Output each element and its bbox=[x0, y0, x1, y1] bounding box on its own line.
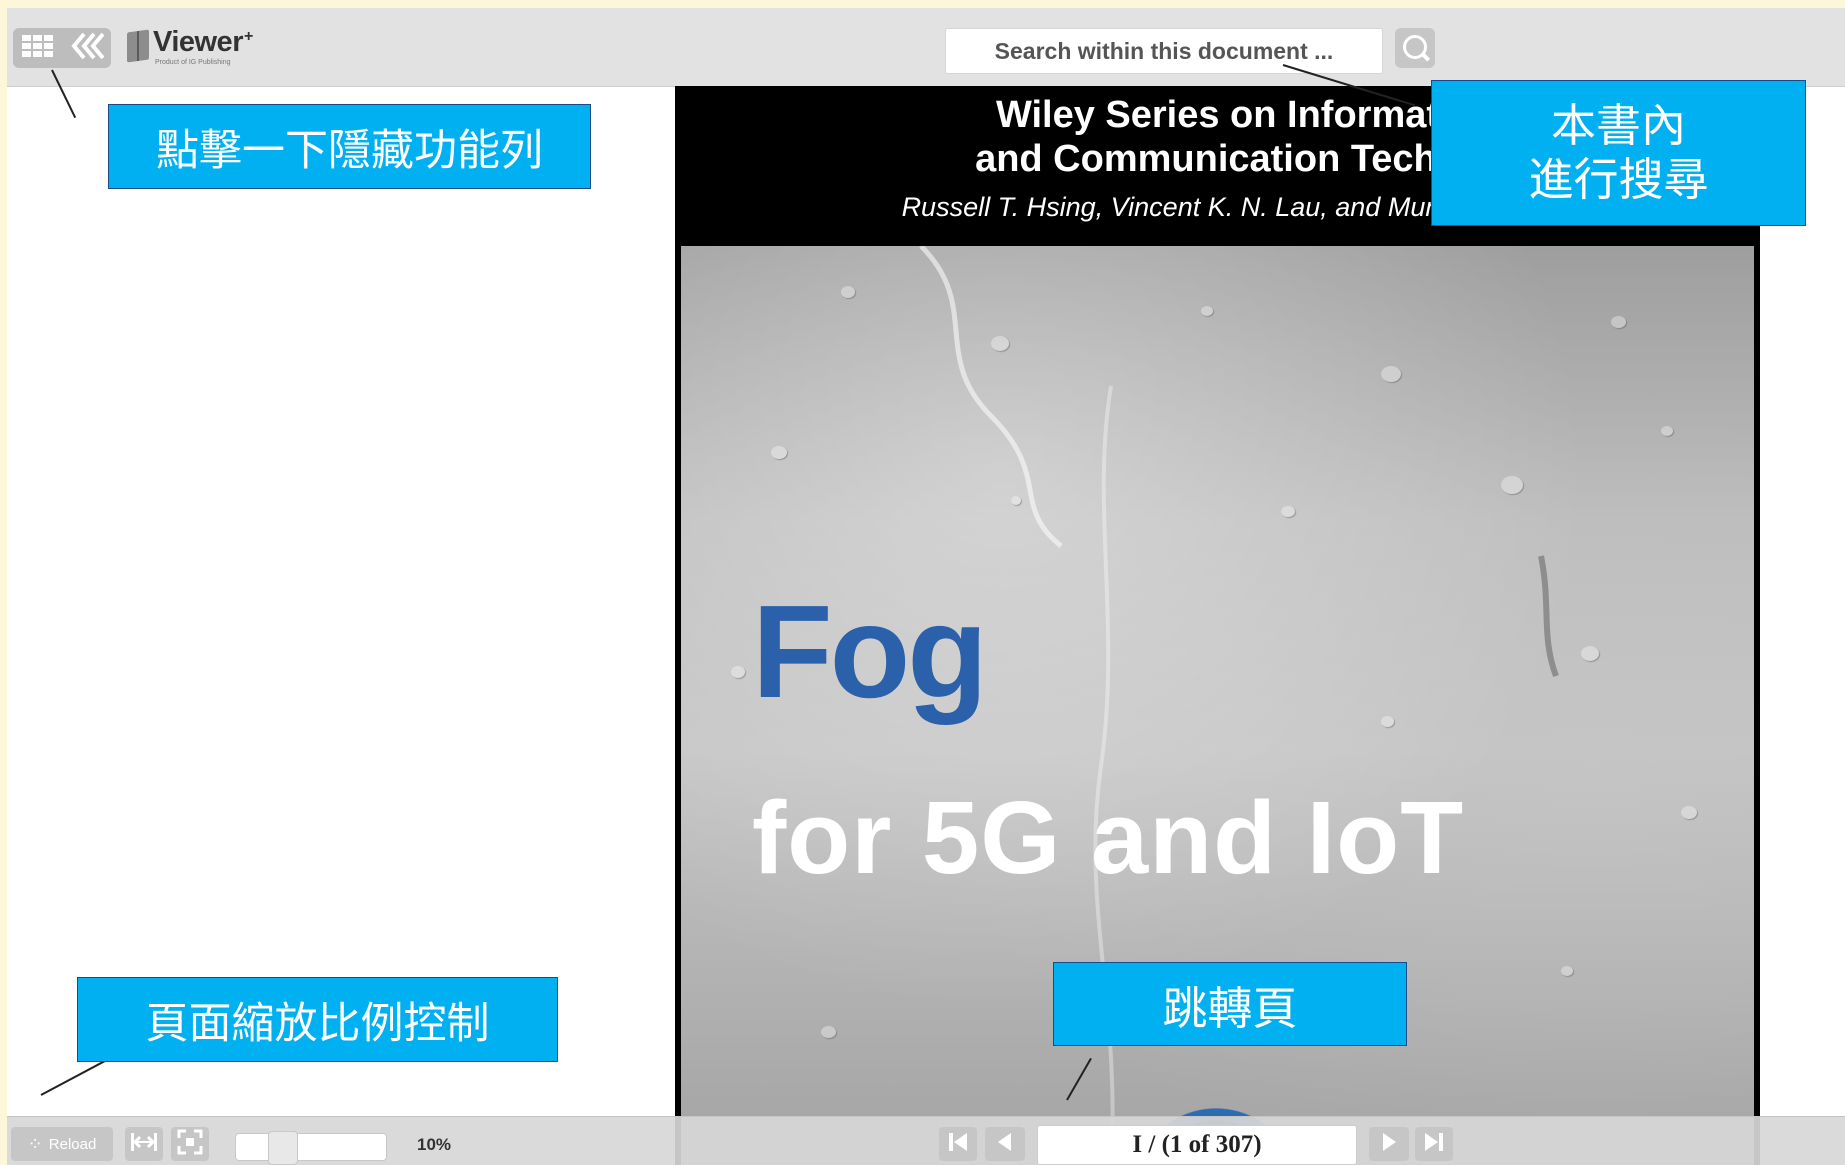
callout-hide-toolbar-text: 點擊一下隱藏功能列 bbox=[156, 125, 543, 176]
iviewer-logo: Viewer + Product of IG Publishing bbox=[127, 26, 254, 66]
first-page-icon bbox=[946, 1131, 970, 1157]
top-toolbar-right bbox=[1760, 8, 1845, 87]
book-logo-icon bbox=[127, 29, 149, 63]
callout-search-in-book: 本書內 進行搜尋 bbox=[1431, 80, 1806, 226]
fit-page-button[interactable] bbox=[171, 1127, 209, 1161]
last-page-icon bbox=[1422, 1131, 1446, 1157]
callout-hide-toolbar: 點擊一下隱藏功能列 bbox=[108, 104, 591, 189]
zoom-value: 10% bbox=[417, 1135, 452, 1154]
fit-page-icon bbox=[177, 1129, 203, 1159]
logo-subtitle: Product of IG Publishing bbox=[155, 59, 231, 66]
search-bar: Search within this document ... bbox=[675, 8, 1760, 86]
grid-icon[interactable] bbox=[21, 34, 55, 62]
next-page-icon bbox=[1378, 1131, 1400, 1157]
callout-jump-page-text: 跳轉頁 bbox=[1162, 981, 1298, 1035]
last-page-button[interactable] bbox=[1415, 1127, 1453, 1161]
callout-zoom-control-text: 頁面縮放比例控制 bbox=[145, 998, 490, 1049]
next-page-button[interactable] bbox=[1369, 1127, 1409, 1161]
callout-search-line2: 進行搜尋 bbox=[1528, 153, 1709, 206]
reload-icon: ⁘ bbox=[27, 1133, 43, 1154]
search-placeholder: Search within this document ... bbox=[994, 37, 1334, 64]
search-input[interactable]: Search within this document ... bbox=[945, 28, 1383, 74]
cover-title-fog: Fog bbox=[752, 578, 988, 725]
first-page-button[interactable] bbox=[939, 1127, 977, 1161]
cover-title-subtitle: for 5G and IoT bbox=[752, 780, 1465, 895]
top-toolbar: Viewer + Product of IG Publishing bbox=[7, 8, 675, 87]
callout-jump-page: 跳轉頁 bbox=[1053, 962, 1407, 1046]
prev-page-button[interactable] bbox=[985, 1127, 1025, 1161]
toolbar-button-group bbox=[13, 28, 111, 68]
page-number-input[interactable]: I / (1 of 307) bbox=[1037, 1125, 1357, 1165]
page-display: I / (1 of 307) bbox=[1132, 1131, 1262, 1158]
reload-button[interactable]: ⁘ Reload bbox=[11, 1127, 113, 1161]
double-chevron-left-icon[interactable] bbox=[70, 32, 105, 64]
logo-plus: + bbox=[243, 28, 254, 45]
fit-width-button[interactable] bbox=[125, 1127, 163, 1161]
prev-page-icon bbox=[994, 1131, 1016, 1157]
search-button[interactable] bbox=[1395, 28, 1435, 68]
zoom-slider-handle[interactable] bbox=[268, 1131, 298, 1165]
callout-search-line1: 本書內 bbox=[1550, 99, 1686, 152]
zoom-slider[interactable] bbox=[235, 1131, 387, 1165]
bottom-toolbar: ⁘ Reload 10% I / (1 of 307) bbox=[7, 1116, 1845, 1165]
fit-width-icon bbox=[129, 1131, 159, 1157]
callout-zoom-control: 頁面縮放比例控制 bbox=[77, 977, 558, 1062]
logo-text: Viewer bbox=[153, 26, 243, 58]
reload-label: Reload bbox=[48, 1135, 97, 1153]
